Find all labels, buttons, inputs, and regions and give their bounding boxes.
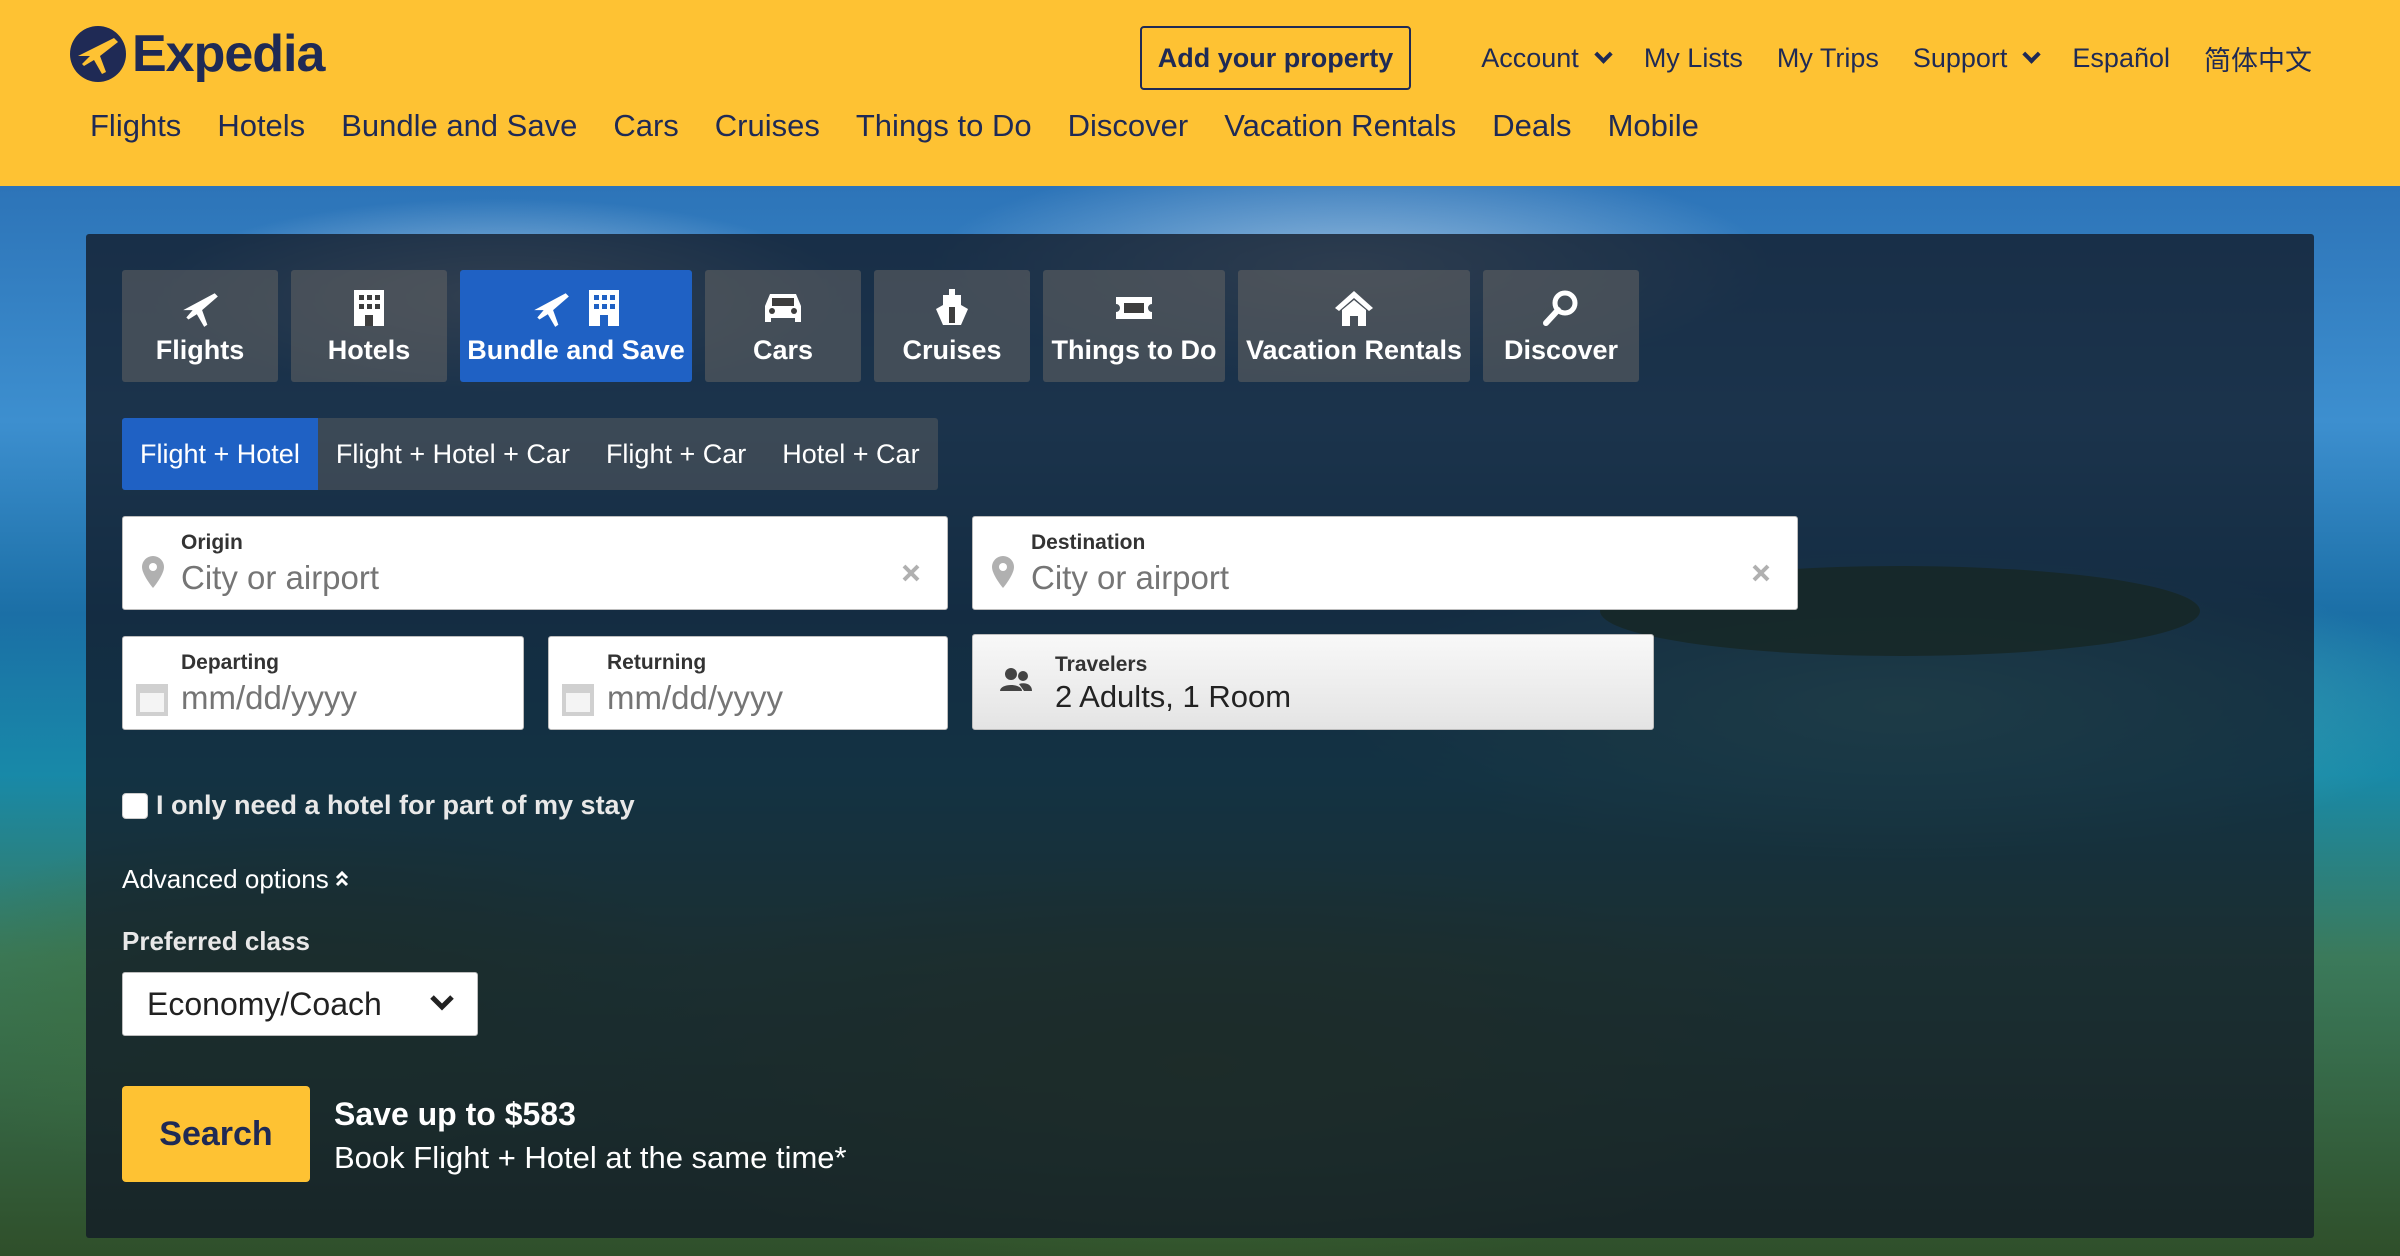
search-icon (1541, 287, 1581, 329)
promo-subtitle: Book Flight + Hotel at the same time* (334, 1140, 847, 1175)
tab-flights[interactable]: Flights (122, 270, 278, 382)
destination-field[interactable]: Destination (972, 516, 1798, 610)
map-pin-icon (991, 555, 1015, 594)
tab-label: Cruises (902, 334, 1002, 365)
account-menu[interactable]: Account (1481, 42, 1613, 74)
origin-input[interactable] (181, 559, 841, 597)
search-button[interactable]: Search (122, 1086, 310, 1182)
destination-input[interactable] (1031, 559, 1691, 597)
advanced-options-label: Advanced options (122, 864, 329, 894)
logo-text: Expedia (132, 25, 325, 83)
expedia-logo[interactable]: Expedia (70, 24, 325, 84)
plane-building-icon (530, 287, 622, 329)
map-pin-icon (141, 555, 165, 594)
nav-mobile[interactable]: Mobile (1608, 108, 1699, 144)
tab-hotels[interactable]: Hotels (291, 270, 447, 382)
subtab-hotel-car[interactable]: Hotel + Car (764, 418, 937, 490)
building-icon (351, 287, 387, 329)
search-panel: Flights Hotels Bundle and Save Cars Crui… (86, 234, 2314, 1238)
nav-cars[interactable]: Cars (613, 108, 678, 144)
chevron-down-icon (429, 993, 455, 1016)
ticket-icon (1113, 287, 1155, 329)
my-lists-link[interactable]: My Lists (1644, 43, 1743, 74)
ship-icon (933, 287, 971, 329)
tab-label: Bundle and Save (467, 334, 685, 365)
departing-label: Departing (181, 651, 280, 674)
nav-things-to-do[interactable]: Things to Do (856, 108, 1032, 144)
tab-cars[interactable]: Cars (705, 270, 861, 382)
tab-vacation-rentals[interactable]: Vacation Rentals (1238, 270, 1470, 382)
tab-label: Flights (155, 334, 245, 365)
destination-label: Destination (1031, 531, 1146, 554)
departing-field[interactable]: Departing (122, 636, 524, 730)
tab-discover[interactable]: Discover (1483, 270, 1639, 382)
returning-label: Returning (607, 651, 707, 674)
nav-hotels[interactable]: Hotels (217, 108, 305, 144)
account-label: Account (1481, 42, 1579, 73)
subtab-flight-hotel-car[interactable]: Flight + Hotel + Car (318, 418, 588, 490)
bundle-subtabs: Flight + Hotel Flight + Hotel + Car Flig… (122, 418, 938, 490)
users-icon (999, 667, 1033, 698)
tab-things-to-do[interactable]: Things to Do (1043, 270, 1225, 382)
my-trips-link[interactable]: My Trips (1777, 43, 1879, 74)
logo-plane-icon (70, 26, 126, 82)
chevron-double-up-icon (335, 864, 349, 895)
advanced-options-toggle[interactable]: Advanced options (122, 864, 349, 895)
nav-vacation-rentals[interactable]: Vacation Rentals (1224, 108, 1456, 144)
car-icon (762, 287, 804, 329)
tab-cruises[interactable]: Cruises (874, 270, 1030, 382)
nav-deals[interactable]: Deals (1492, 108, 1571, 144)
subtab-flight-hotel[interactable]: Flight + Hotel (122, 418, 318, 490)
main-nav: Flights Hotels Bundle and Save Cars Crui… (90, 108, 1735, 144)
tab-label: Cars (752, 334, 814, 365)
calendar-icon (135, 683, 169, 722)
site-header: Expedia Add your property Account My Lis… (0, 0, 2400, 186)
calendar-icon (561, 683, 595, 722)
clear-icon[interactable] (901, 563, 921, 588)
chevron-down-icon (2022, 44, 2042, 64)
tab-label: Vacation Rentals (1245, 334, 1463, 365)
nav-flights[interactable]: Flights (90, 108, 181, 144)
returning-field[interactable]: Returning (548, 636, 948, 730)
travelers-value: 2 Adults, 1 Room (1055, 679, 1292, 714)
travelers-selector[interactable]: Travelers 2 Adults, 1 Room (972, 634, 1654, 730)
house-icon (1333, 287, 1375, 329)
partial-stay-option[interactable]: I only need a hotel for part of my stay (122, 790, 635, 821)
chinese-link[interactable]: 简体中文 (2204, 39, 2312, 78)
support-label: Support (1912, 42, 2008, 73)
preferred-class-label: Preferred class (122, 926, 310, 956)
top-links: Add your property Account My Lists My Tr… (1139, 26, 2312, 90)
support-menu[interactable]: Support (1912, 42, 2042, 74)
espanol-link[interactable]: Español (2072, 43, 2170, 74)
clear-icon[interactable] (1751, 563, 1771, 588)
returning-input[interactable] (607, 679, 926, 717)
preferred-class-select[interactable]: Economy/Coach (122, 972, 478, 1036)
plane-icon (179, 287, 221, 329)
product-tabs: Flights Hotels Bundle and Save Cars Crui… (122, 270, 1652, 382)
nav-cruises[interactable]: Cruises (715, 108, 820, 144)
origin-label: Origin (181, 531, 243, 554)
chevron-down-icon (1594, 44, 1613, 64)
origin-field[interactable]: Origin (122, 516, 948, 610)
travelers-label: Travelers (1055, 653, 1148, 676)
partial-stay-label[interactable]: I only need a hotel for part of my stay (156, 790, 635, 821)
tab-bundle-and-save[interactable]: Bundle and Save (460, 270, 692, 382)
nav-discover[interactable]: Discover (1068, 108, 1189, 144)
add-property-button[interactable]: Add your property (1139, 26, 1412, 90)
preferred-class-value: Economy/Coach (147, 985, 382, 1022)
tab-label: Things to Do (1051, 334, 1217, 365)
tab-label: Discover (1503, 334, 1619, 365)
departing-input[interactable] (181, 679, 501, 717)
promo-title: Save up to $583 (334, 1096, 576, 1132)
subtab-flight-car[interactable]: Flight + Car (588, 418, 764, 490)
nav-bundle-and-save[interactable]: Bundle and Save (341, 108, 577, 144)
partial-stay-checkbox[interactable] (122, 792, 148, 819)
tab-label: Hotels (327, 334, 411, 365)
